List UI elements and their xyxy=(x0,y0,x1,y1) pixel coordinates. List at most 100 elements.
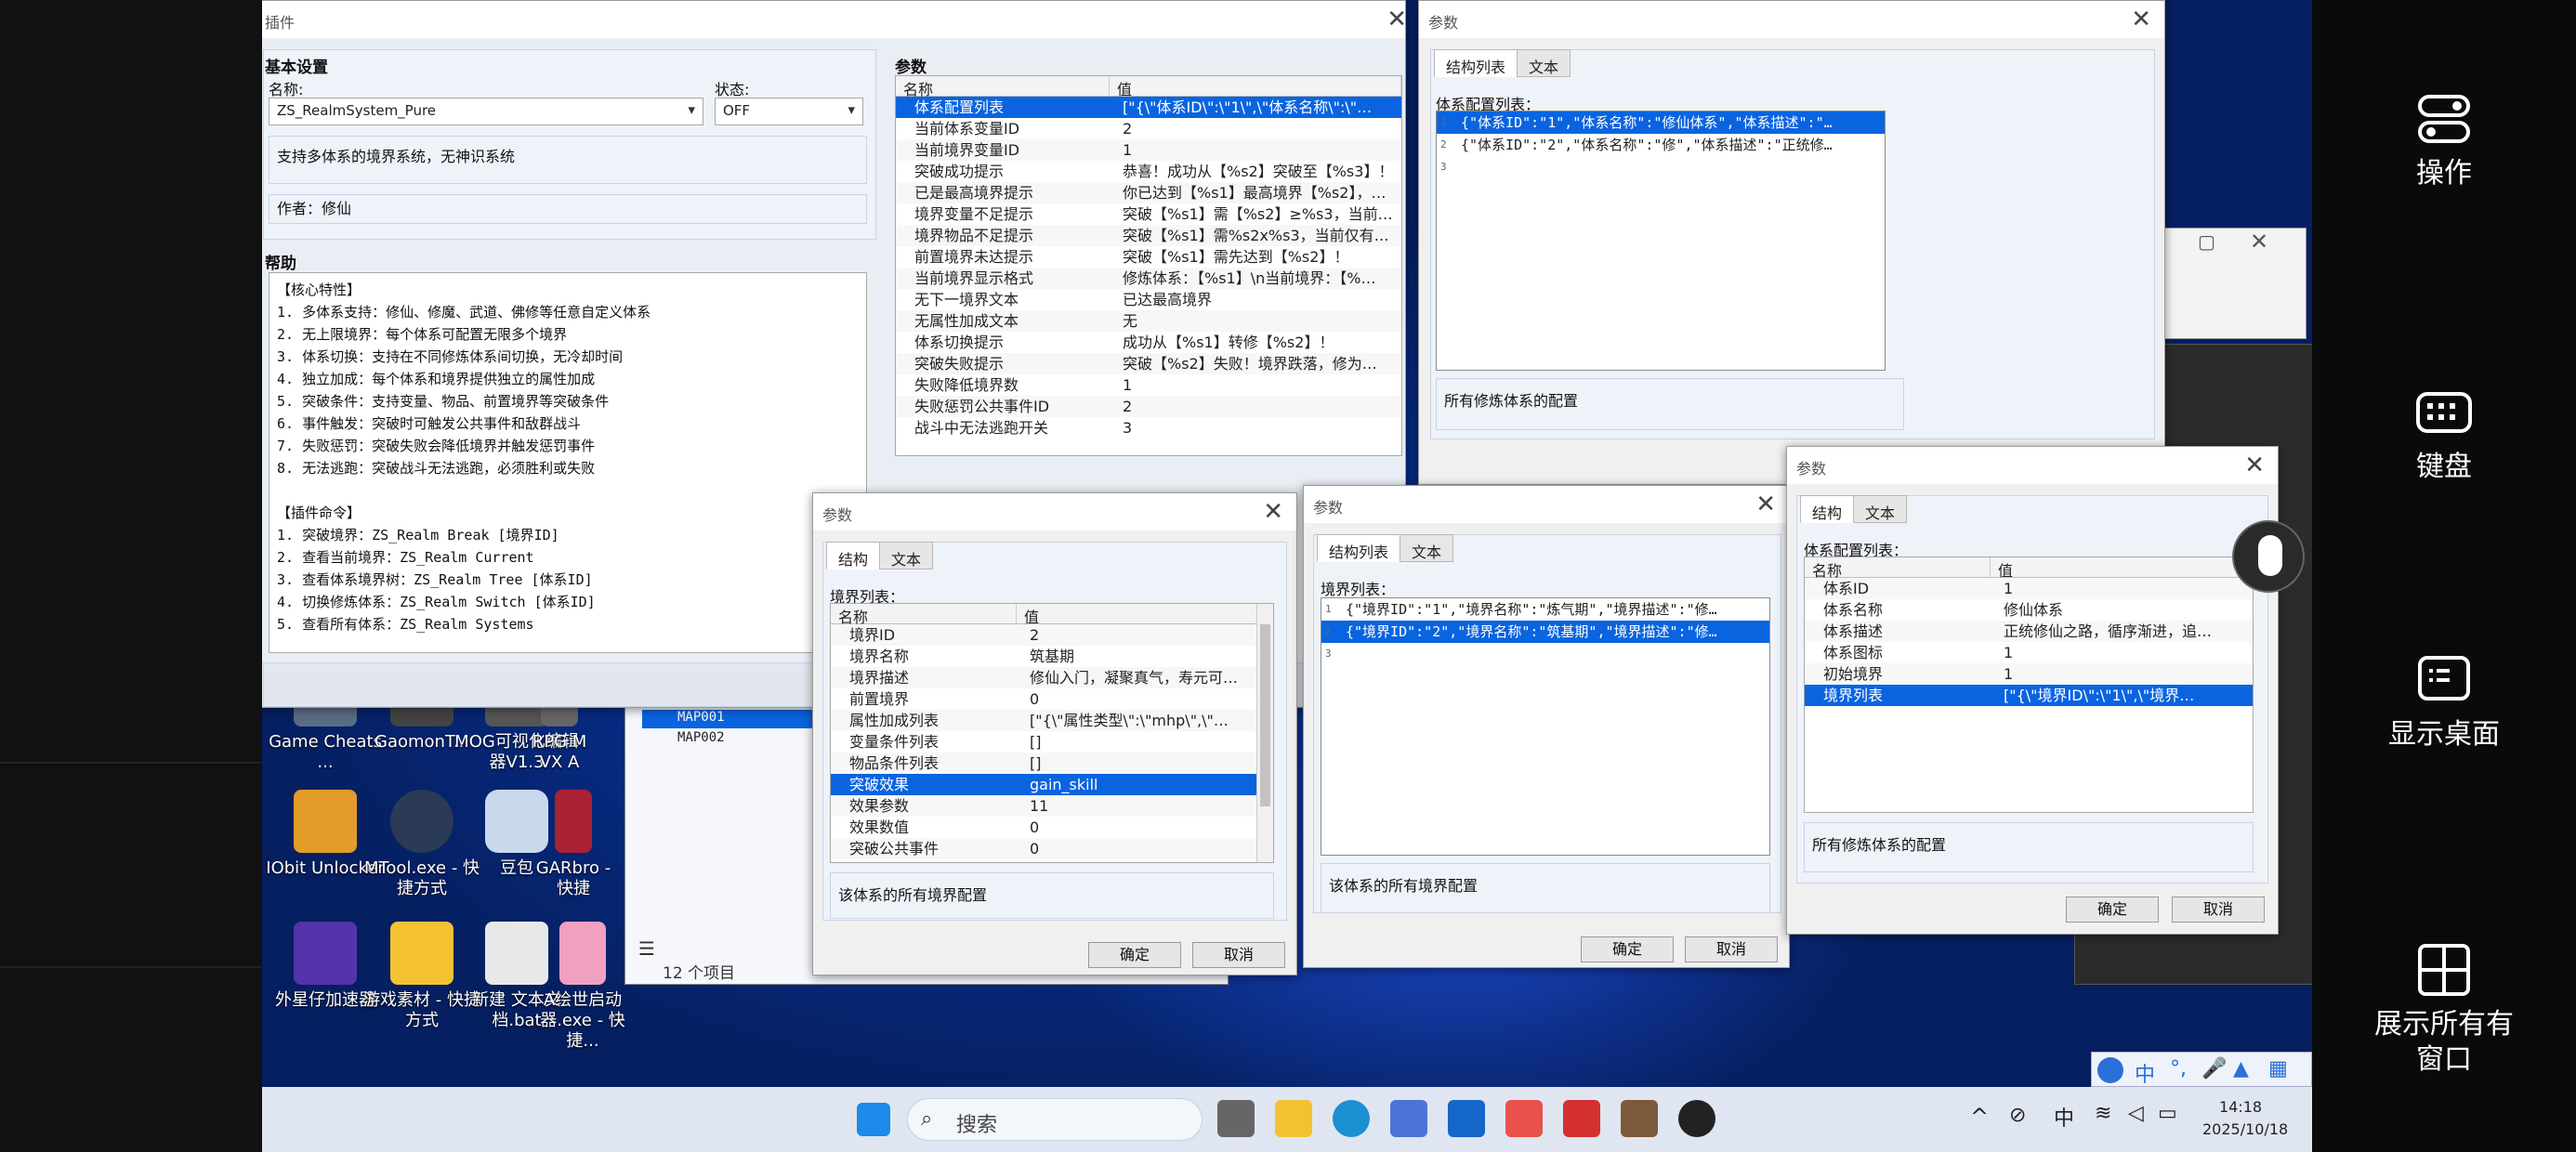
ime-mode[interactable]: 中 xyxy=(2135,1058,2155,1088)
realm-field-row[interactable]: 物品条件列表 [] xyxy=(831,753,1273,774)
outlook-icon[interactable] xyxy=(1448,1100,1485,1137)
rpg-maker-icon[interactable] xyxy=(1621,1100,1658,1137)
file-explorer-icon[interactable] xyxy=(1275,1100,1312,1137)
ime-logo-icon[interactable] xyxy=(2097,1057,2123,1083)
system-field-row[interactable]: 境界列表 ["{\"境界ID\":\"1\",\"境界… xyxy=(1805,685,2253,706)
grid-icon[interactable]: ▦ xyxy=(2268,1057,2288,1080)
param-row[interactable]: 前置境界未达提示 突破【%s1】需先达到【%s2】！ xyxy=(896,246,1401,268)
code-line[interactable]: 2 {"体系ID":"2","体系名称":"修","体系描述":"正统修… xyxy=(1437,134,1885,156)
scroll-thumb[interactable] xyxy=(1260,624,1270,806)
wifi-icon[interactable]: ≋ xyxy=(2095,1102,2111,1125)
realm-field-row[interactable]: 境界ID 2 xyxy=(831,624,1273,646)
realm-field-row[interactable]: 效果数值 0 xyxy=(831,817,1273,838)
edge-icon[interactable] xyxy=(1333,1100,1370,1137)
volume-icon[interactable]: ◁ xyxy=(2128,1102,2144,1125)
user-icon[interactable]: ▲ xyxy=(2233,1057,2249,1080)
keyboard-button[interactable]: 键盘 xyxy=(2312,383,2576,485)
realm-field-row[interactable]: 境界名称 筑基期 xyxy=(831,646,1273,667)
desktop-icon-launcher[interactable]: A绘世启动器.exe - 快捷... xyxy=(532,922,634,1052)
tray-icon[interactable]: ⊘ xyxy=(2009,1104,2026,1127)
param-row[interactable]: 当前境界显示格式 修炼体系：【%s1】\n当前境界：【%… xyxy=(896,268,1401,289)
code-line[interactable]: 3 xyxy=(1437,156,1885,178)
system-field-row[interactable]: 体系名称 修仙体系 xyxy=(1805,599,2253,621)
operate-button[interactable]: 操作 xyxy=(2312,89,2576,191)
realm-list-editor[interactable]: 1 {"境界ID":"1","境界名称":"炼气期","境界描述":"修… 2 {"境… xyxy=(1321,597,1770,856)
code-line[interactable]: 2 {"境界ID":"2","境界名称":"筑基期","境界描述":"修… xyxy=(1321,621,1769,643)
param-row[interactable]: 当前境界变量ID 1 xyxy=(896,139,1401,161)
realm-struct-grid[interactable]: 名称值 境界ID 2 境界名称 筑基期 境界描述 修仙入门，凝聚真气，寿元可… 前置境界 0 属… xyxy=(830,603,1274,863)
ok-button[interactable]: 确定 xyxy=(1088,942,1181,968)
maximize-icon[interactable]: ▢ xyxy=(2198,230,2215,253)
close-icon[interactable]: ✕ xyxy=(1263,499,1283,525)
tab-struct[interactable]: 结构 xyxy=(1800,495,1855,523)
system-field-row[interactable]: 体系描述 正统修仙之路，循序渐进，追… xyxy=(1805,621,2253,642)
param-row[interactable]: 无下一境界文本 已达最高境界 xyxy=(896,289,1401,310)
show-desktop-button[interactable]: 显示桌面 xyxy=(2312,650,2576,753)
param-row[interactable]: 已是最高境界提示 你已达到【%s1】最高境界【%s2】，… xyxy=(896,182,1401,203)
realm-field-row[interactable]: 突破效果 gain_skill xyxy=(831,774,1273,795)
code-line[interactable]: 3 xyxy=(1321,643,1769,665)
vertical-scrollbar[interactable] xyxy=(1256,604,1273,862)
realm-field-row[interactable]: 属性加成列表 ["{\"属性类型\":\"mhp\",\"… xyxy=(831,710,1273,731)
param-row[interactable]: 突破成功提示 恭喜！成功从【%s2】突破至【%s3】！ xyxy=(896,161,1401,182)
param-row[interactable]: 无属性加成文本 无 xyxy=(896,310,1401,332)
ime-punct-icon[interactable]: °, xyxy=(2170,1057,2187,1080)
close-icon[interactable]: ✕ xyxy=(2131,7,2151,33)
store-icon[interactable] xyxy=(1390,1100,1427,1137)
cancel-button[interactable]: 取消 xyxy=(2172,897,2265,923)
state-select[interactable]: OFF xyxy=(715,98,863,125)
qq-icon[interactable] xyxy=(1678,1100,1715,1137)
cancel-button[interactable]: 取消 xyxy=(1192,942,1285,968)
tray-ime[interactable]: 中 xyxy=(2054,1102,2074,1132)
tab-struct-list[interactable]: 结构列表 xyxy=(1317,534,1401,562)
param-row[interactable]: 突破失败提示 突破【%s2】失败！境界跌落，修为… xyxy=(896,353,1401,374)
cancel-button[interactable]: 取消 xyxy=(1685,936,1778,962)
show-all-windows-button[interactable]: 展示所有有窗口 xyxy=(2312,940,2576,1078)
realm-field-row[interactable]: 前置境界 0 xyxy=(831,688,1273,710)
ok-button[interactable]: 确定 xyxy=(2066,897,2159,923)
code-line[interactable]: 1 {"境界ID":"1","境界名称":"炼气期","境界描述":"修… xyxy=(1321,598,1769,621)
code-line[interactable]: 1 {"体系ID":"1","体系名称":"修仙体系","体系描述":"… xyxy=(1437,111,1885,134)
tree-item-map002[interactable]: MAP002 xyxy=(659,730,725,745)
tab-struct-list[interactable]: 结构列表 xyxy=(1434,49,1518,77)
name-select[interactable]: ZS_RealmSystem_Pure xyxy=(269,98,703,125)
task-view-icon[interactable] xyxy=(1217,1100,1255,1137)
param-row[interactable]: 当前体系变量ID 2 xyxy=(896,118,1401,139)
desktop-icon-rpg-maker[interactable]: RPG M VX A xyxy=(532,699,587,773)
system-field-row[interactable]: 体系图标 1 xyxy=(1805,642,2253,663)
battery-icon[interactable]: ▭ xyxy=(2158,1102,2177,1125)
app-icon-2[interactable] xyxy=(1563,1100,1600,1137)
realm-field-row[interactable]: 变量条件列表 [] xyxy=(831,731,1273,753)
close-icon[interactable]: ✕ xyxy=(1755,491,1776,517)
realm-field-row[interactable]: 效果参数 11 xyxy=(831,795,1273,817)
close-icon[interactable]: ✕ xyxy=(2250,229,2268,255)
menu-icon[interactable]: ☰ xyxy=(638,937,655,960)
system-field-row[interactable]: 体系ID 1 xyxy=(1805,578,2253,599)
tab-struct[interactable]: 结构 xyxy=(826,542,881,569)
param-row[interactable]: 失败降低境界数 1 xyxy=(896,374,1401,396)
microphone-icon[interactable]: 🎤 xyxy=(2201,1057,2227,1080)
desktop-icon-garbro[interactable]: GARbro - 快捷 xyxy=(532,790,615,899)
tab-text[interactable]: 文本 xyxy=(1517,49,1571,77)
taskbar-search[interactable]: ⌕ 搜索 xyxy=(907,1098,1203,1141)
param-row[interactable]: 战斗中无法逃跑开关 3 xyxy=(896,417,1401,439)
tab-text[interactable]: 文本 xyxy=(1400,534,1454,562)
realm-field-row[interactable]: 境界描述 修仙入门，凝聚真气，寿元可… xyxy=(831,667,1273,688)
start-button[interactable] xyxy=(857,1103,890,1136)
param-row[interactable]: 境界物品不足提示 突破【%s1】需%s2x%s3，当前仅有%s… xyxy=(896,225,1401,246)
ime-toolbar[interactable]: 中 °, 🎤 ▲ ▦ xyxy=(2091,1052,2312,1087)
clock-time[interactable]: 14:18 xyxy=(2219,1098,2262,1116)
clock-date[interactable]: 2025/10/18 xyxy=(2202,1120,2288,1138)
tab-text[interactable]: 文本 xyxy=(879,542,934,569)
realm-field-row[interactable]: 突破公共事件 0 xyxy=(831,838,1273,859)
chevron-up-icon[interactable]: ^ xyxy=(1970,1104,1989,1130)
param-row[interactable]: 境界变量不足提示 突破【%s1】需【%s2】≥%s3，当前值… xyxy=(896,203,1401,225)
system-struct-grid[interactable]: 名称值 体系ID 1 体系名称 修仙体系 体系描述 正统修仙之路，循序渐进，追… 体系图标 1… xyxy=(1804,556,2254,813)
close-icon[interactable]: ✕ xyxy=(2244,452,2265,478)
params-grid[interactable]: 名称值 体系配置列表 ["{\"体系ID\":\"1\",\"体系名称\":\"…… xyxy=(895,75,1402,456)
param-row[interactable]: 体系切换提示 成功从【%s1】转修【%s2】！ xyxy=(896,332,1401,353)
system-field-row[interactable]: 初始境界 1 xyxy=(1805,663,2253,685)
param-row[interactable]: 体系配置列表 ["{\"体系ID\":\"1\",\"体系名称\":\"… xyxy=(896,97,1401,118)
app-icon-1[interactable] xyxy=(1505,1100,1543,1137)
close-icon[interactable]: ✕ xyxy=(1387,7,1407,33)
